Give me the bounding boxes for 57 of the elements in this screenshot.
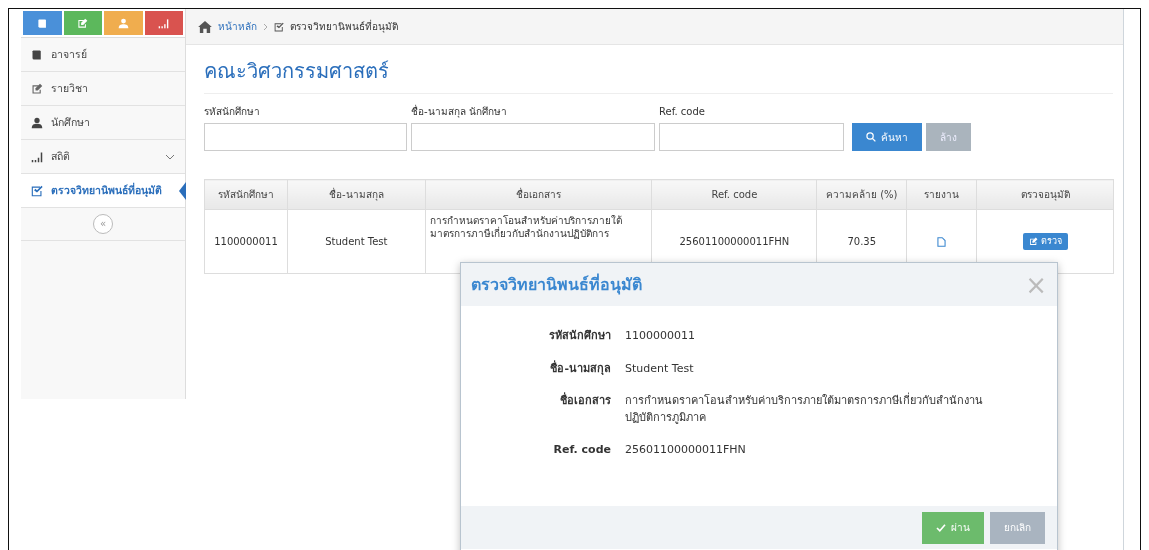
checkbox-icon (274, 21, 284, 32)
modal-title: ตรวจวิทยานิพนธ์ที่อนุมัติ (471, 274, 642, 295)
breadcrumb-current: ตรวจวิทยานิพนธ์ที่อนุมัติ (290, 19, 398, 34)
sidebar-item[interactable]: ตรวจวิทยานิพนธ์ที่อนุมัติ (21, 174, 185, 208)
column-header: Ref. code (651, 179, 817, 210)
chevron-right-icon (263, 22, 268, 31)
field-value: 1100000011 (625, 328, 696, 344)
sidebar-item[interactable]: อาจารย์ (21, 38, 185, 72)
table-cell: Student Test (287, 209, 426, 274)
user-icon (31, 116, 43, 129)
edit-icon (31, 82, 43, 95)
column-header: รหัสนักศึกษา (204, 179, 288, 210)
bar-chart-icon (31, 150, 43, 163)
bar-chart-icon (158, 17, 170, 29)
field-label: ชื่อเอกสาร (559, 393, 611, 409)
approve-button[interactable]: ผ่าน (922, 511, 984, 544)
review-button[interactable]: ตรวจ (1022, 232, 1068, 251)
chevron-down-icon (165, 153, 175, 160)
user-icon (117, 17, 129, 29)
menu-tab[interactable] (104, 11, 143, 35)
breadcrumb-link[interactable]: หน้าหลัก (218, 19, 257, 34)
field-value: 25601100000011FHN (625, 442, 747, 458)
column-header: ตรวจอนุมัติ (976, 179, 1114, 210)
active-indicator (179, 182, 186, 200)
edit-icon (1028, 237, 1038, 246)
checkbox-icon (31, 184, 43, 197)
field-value: การกำหนดราคาโอนสำหรับค่าบริการภายใต้มาตรการภาษีเกี่ยวกับสำนักงานปฏิบัติการภูมิภาค (625, 393, 984, 426)
column-header: รายงาน (906, 179, 977, 210)
column-header: ชื่อเอกสาร (425, 179, 652, 210)
field-label: Ref. code (659, 105, 706, 119)
menu-tab[interactable] (23, 11, 62, 35)
page-title: คณะวิศวกรรมศาสตร์ (204, 59, 390, 83)
field-label: รหัสนักศึกษา (548, 328, 611, 344)
field-label: รหัสนักศึกษา (204, 105, 261, 119)
field-label: ชื่อ-นามสกุล (549, 360, 611, 377)
cancel-button[interactable]: ยกเลิก (990, 511, 1045, 544)
text-field[interactable] (204, 123, 407, 151)
column-header: ความคล้าย (%) (816, 179, 907, 210)
clear-button[interactable]: ล้าง (926, 123, 971, 151)
text-field[interactable] (659, 123, 844, 151)
field-label: Ref. code (552, 442, 611, 458)
check-icon (936, 523, 946, 532)
table-cell: 1100000011 (204, 209, 288, 274)
menu-tab[interactable] (144, 11, 183, 35)
search-button[interactable]: ค้นหา (852, 123, 922, 151)
home-icon (198, 20, 212, 33)
field-value: Student Test (625, 360, 695, 377)
menu-tab[interactable] (63, 11, 102, 35)
document-icon[interactable] (937, 237, 947, 247)
text-field[interactable] (411, 123, 655, 151)
field-label: ชื่อ-นามสกุล นักศึกษา (411, 104, 508, 119)
edit-icon (77, 17, 89, 29)
collapse-button[interactable]: « (93, 214, 113, 234)
sidebar-item[interactable]: รายวิชา (21, 72, 185, 106)
column-header: ชื่อ-นามสกุล (287, 179, 426, 210)
sidebar-item[interactable]: นักศึกษา (21, 106, 185, 140)
search-icon (866, 132, 876, 142)
